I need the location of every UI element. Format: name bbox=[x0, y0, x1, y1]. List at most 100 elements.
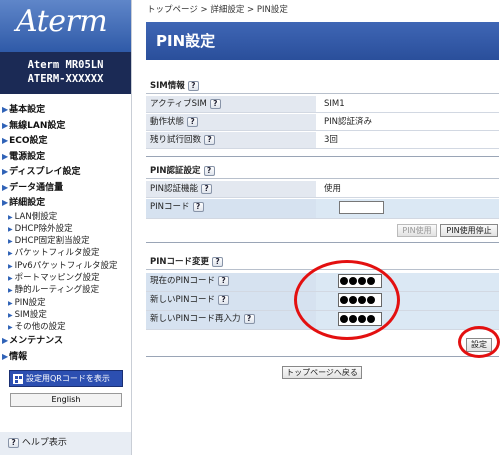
sidebar-item-label: 電源設定 bbox=[9, 151, 46, 162]
mask-dot bbox=[358, 295, 366, 304]
help-link[interactable]: ? ヘルプ表示 bbox=[0, 432, 131, 455]
table-row-new-pin: 新しいPINコード? bbox=[146, 292, 499, 311]
pin-stop-button[interactable]: PIN使用停止 bbox=[440, 224, 498, 237]
sidebar-item[interactable]: ▶詳細設定 bbox=[0, 195, 131, 211]
sidebar-item-label: LAN側設定 bbox=[14, 211, 58, 222]
help-icon: ? bbox=[8, 437, 19, 448]
sidebar-item-label: ポートマッピング設定 bbox=[14, 272, 100, 283]
pin-code-input[interactable] bbox=[339, 201, 384, 214]
logo-area: Aterm bbox=[0, 0, 131, 52]
sidebar-item-label: DHCP除外設定 bbox=[14, 223, 73, 234]
page-title: PIN設定 bbox=[146, 22, 499, 60]
table-row-pin-function: PIN認証機能? 使用 bbox=[146, 181, 499, 198]
section-divider bbox=[146, 356, 499, 357]
chevron-right-icon: ▶ bbox=[8, 274, 13, 282]
pin-auth-heading: PIN認証設定? bbox=[146, 163, 499, 179]
sidebar-item[interactable]: ▶ パケットフィルタ設定 bbox=[0, 247, 131, 259]
chevron-right-icon: ▶ bbox=[2, 198, 9, 207]
masked-value bbox=[340, 275, 376, 287]
current-pin-input[interactable] bbox=[338, 274, 382, 288]
sidebar-item[interactable]: ▶メンテナンス bbox=[0, 333, 131, 349]
sidebar-item[interactable]: ▶ SIM設定 bbox=[0, 309, 131, 321]
mask-dot bbox=[358, 314, 366, 323]
pin-change-heading: PINコード変更? bbox=[146, 254, 499, 270]
status-value: PIN認証済み bbox=[324, 117, 372, 127]
sidebar-item[interactable]: ▶ IPv6パケットフィルタ設定 bbox=[0, 260, 131, 272]
masked-value bbox=[340, 294, 376, 306]
sidebar-item[interactable]: ▶データ通信量 bbox=[0, 180, 131, 196]
help-icon[interactable]: ? bbox=[187, 80, 199, 91]
chevron-right-icon: ▶ bbox=[2, 120, 9, 130]
row-label: PINコード? bbox=[146, 199, 316, 218]
device-id: ATERM-XXXXXX bbox=[27, 73, 104, 85]
sidebar-item[interactable]: ▶ 静的ルーティング設定 bbox=[0, 284, 131, 296]
set-button[interactable]: 設定 bbox=[466, 338, 492, 352]
english-button[interactable]: English bbox=[10, 393, 122, 408]
sidebar-item-label: 基本設定 bbox=[9, 105, 46, 115]
pin-use-button[interactable]: PIN使用 bbox=[397, 224, 437, 237]
sidebar-item[interactable]: ▶電源設定 bbox=[0, 149, 131, 165]
main-content: トップページ > 詳細設定 > PIN設定 PIN設定 SIM情報? アクティブ… bbox=[133, 0, 500, 455]
sidebar-item-label: IPv6パケットフィルタ設定 bbox=[14, 260, 118, 271]
sidebar-item[interactable]: ▶ECO設定 bbox=[0, 133, 131, 149]
pin-change-heading-label: PINコード変更 bbox=[150, 257, 210, 267]
new-pin-label: 新しいPINコード bbox=[150, 295, 215, 305]
sim-info-heading-label: SIM情報 bbox=[150, 81, 185, 91]
pin-auth-heading-label: PIN認証設定 bbox=[150, 166, 201, 176]
back-to-top-button[interactable]: トップページへ戻る bbox=[282, 366, 362, 379]
show-qr-code-button[interactable]: 設定用QRコードを表示 bbox=[9, 370, 123, 388]
help-icon[interactable]: ? bbox=[218, 275, 229, 286]
table-row-active-sim: アクティブSIM? SIM1 bbox=[146, 96, 499, 113]
pin-code-label: PINコード bbox=[150, 202, 190, 212]
section-divider bbox=[146, 242, 499, 243]
sidebar-item-label: SIM設定 bbox=[14, 309, 47, 320]
sidebar-item[interactable]: ▶基本設定 bbox=[0, 102, 131, 118]
chevron-right-icon: ▶ bbox=[8, 287, 13, 295]
sidebar-item[interactable]: ▶ DHCP固定割当設定 bbox=[0, 235, 131, 247]
current-pin-label: 現在のPINコード bbox=[150, 276, 215, 286]
sidebar-item[interactable]: ▶ DHCP除外設定 bbox=[0, 223, 131, 235]
help-icon[interactable]: ? bbox=[187, 116, 199, 127]
sidebar: Aterm Aterm MR05LN ATERM-XXXXXX ▶基本設定 ▶無線… bbox=[0, 0, 132, 455]
sidebar-item-label: ECO設定 bbox=[9, 136, 48, 146]
help-icon[interactable]: ? bbox=[192, 201, 204, 212]
help-icon[interactable]: ? bbox=[204, 134, 216, 145]
help-icon[interactable]: ? bbox=[212, 256, 224, 267]
chevron-right-icon: ▶ bbox=[8, 238, 13, 246]
help-icon[interactable]: ? bbox=[201, 183, 212, 194]
table-row-remaining: 残り試行回数? 3回 bbox=[146, 132, 499, 149]
row-label: PIN認証機能? bbox=[146, 181, 316, 197]
model-info: Aterm MR05LN ATERM-XXXXXX bbox=[0, 52, 131, 94]
help-icon[interactable]: ? bbox=[209, 98, 221, 109]
sidebar-item[interactable]: ▶無線LAN設定 bbox=[0, 118, 131, 134]
sidebar-item-label: データ通信量 bbox=[9, 182, 64, 193]
chevron-right-icon: ▶ bbox=[2, 136, 9, 145]
sidebar-item-label: 詳細設定 bbox=[9, 198, 46, 208]
sidebar-item[interactable]: ▶ ポートマッピング設定 bbox=[0, 272, 131, 284]
sidebar-item[interactable]: ▶ LAN側設定 bbox=[0, 211, 131, 223]
sidebar-item[interactable]: ▶ その他の設定 bbox=[0, 321, 131, 333]
help-icon[interactable]: ? bbox=[218, 294, 229, 305]
pin-function-label: PIN認証機能 bbox=[150, 184, 198, 194]
mask-dot bbox=[367, 314, 375, 323]
mask-dot bbox=[340, 276, 348, 285]
mask-dot bbox=[340, 295, 348, 304]
remaining-value: 3回 bbox=[324, 135, 338, 145]
qr-code-icon bbox=[13, 373, 23, 384]
sidebar-item-label: メンテナンス bbox=[9, 336, 63, 347]
sidebar-item[interactable]: ▶情報 bbox=[0, 349, 131, 365]
masked-value bbox=[340, 313, 376, 325]
new-pin-input[interactable] bbox=[338, 293, 382, 307]
section-divider bbox=[146, 156, 499, 157]
help-icon[interactable]: ? bbox=[243, 313, 255, 324]
row-label: 新しいPINコード再入力? bbox=[146, 311, 316, 329]
mask-dot bbox=[349, 314, 357, 323]
row-label: アクティブSIM? bbox=[146, 96, 316, 112]
sidebar-item[interactable]: ▶ディスプレイ設定 bbox=[0, 164, 131, 180]
row-label: 残り試行回数? bbox=[146, 132, 316, 148]
chevron-right-icon: ▶ bbox=[2, 182, 9, 192]
help-icon[interactable]: ? bbox=[203, 165, 215, 176]
table-row-confirm-pin: 新しいPINコード再入力? bbox=[146, 311, 499, 330]
confirm-pin-input[interactable] bbox=[338, 312, 382, 326]
sidebar-item[interactable]: ▶ PIN設定 bbox=[0, 297, 131, 309]
